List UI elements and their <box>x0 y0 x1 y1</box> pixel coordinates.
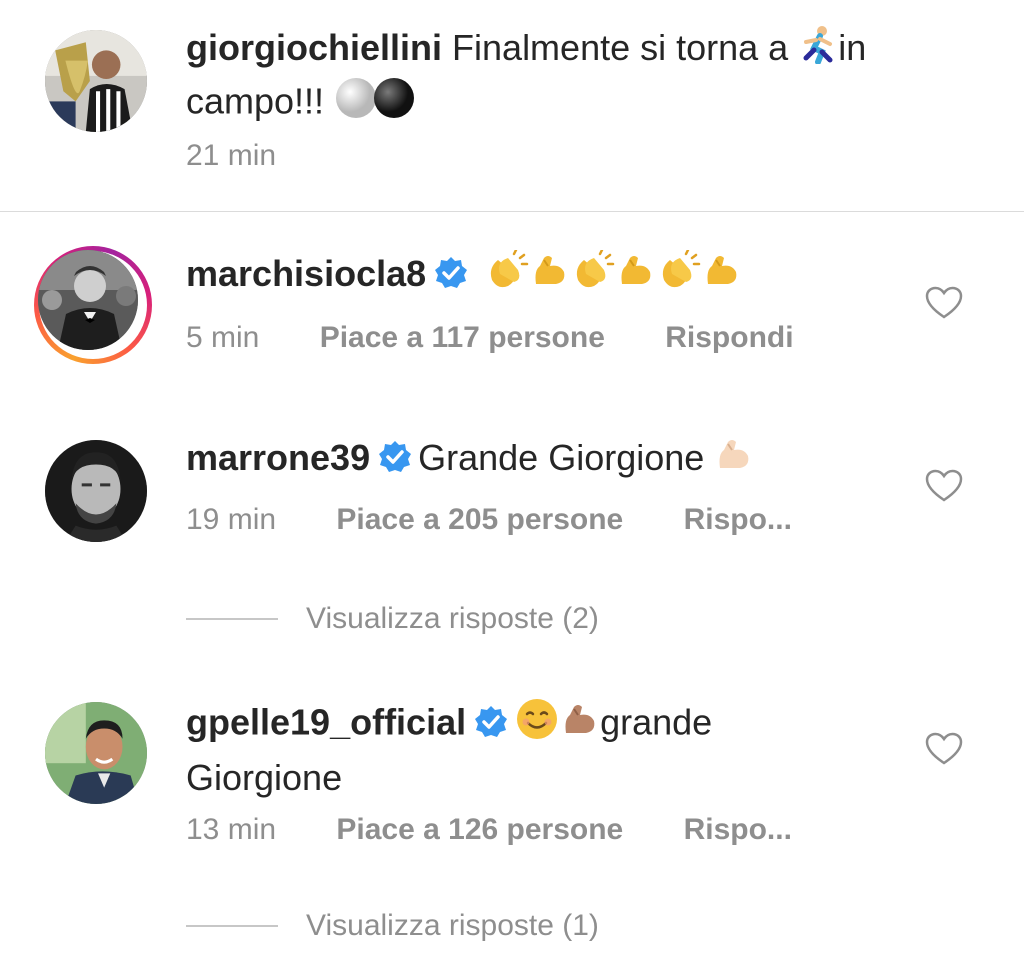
muscle-icon <box>560 699 600 751</box>
avatar-photo <box>45 30 147 132</box>
clap-icon <box>656 249 702 302</box>
avatar-marrone39[interactable] <box>45 440 147 542</box>
comment-3-text-1: grande <box>600 701 713 743</box>
comment-1-meta: 5 min Piace a 117 persone Rispondi <box>186 320 794 356</box>
comment-2-reply-button[interactable]: Rispo... <box>684 503 792 536</box>
comment-3-text-2: Giorgione <box>186 757 343 798</box>
view-replies-button[interactable]: Visualizza risposte (2) <box>306 602 599 636</box>
muscle-icon <box>702 250 742 302</box>
avatar-photo <box>45 440 147 542</box>
caption-line-2: campo!!! <box>186 80 325 122</box>
avatar-photo <box>45 702 147 804</box>
verified-badge-icon <box>434 254 468 288</box>
caption-line-1-end: in <box>838 27 867 68</box>
comment-2-likes[interactable]: Piace a 205 persone <box>336 503 623 536</box>
comment-1-time: 5 min <box>186 321 260 354</box>
like-heart-icon[interactable] <box>925 732 963 766</box>
clap-icon <box>484 249 530 302</box>
avatar-gpelle19_official[interactable] <box>45 702 147 804</box>
runner-icon <box>798 24 838 76</box>
comment-3-content: gpelle19_official grande Giorgione <box>186 696 826 802</box>
comment-3-username[interactable]: gpelle19_official <box>186 702 466 743</box>
view-replies-button[interactable]: Visualizza risposte (1) <box>306 909 599 943</box>
story-ring[interactable] <box>34 246 152 364</box>
avatar-giorgiochiellini[interactable] <box>45 30 147 132</box>
comment-2-username[interactable]: marrone39 <box>186 437 370 478</box>
replies-divider <box>186 925 278 927</box>
post-time: 21 min <box>186 139 277 172</box>
verified-badge-icon <box>378 438 412 472</box>
comment-3-meta: 13 min Piace a 126 persone Rispo... <box>186 812 792 848</box>
black-ball-icon <box>372 76 416 132</box>
verified-badge-icon <box>474 703 508 737</box>
comment-1-username[interactable]: marchisiocla8 <box>186 253 426 294</box>
comment-1-content: marchisiocla8 <box>186 249 742 302</box>
comment-1-emojis <box>474 249 742 294</box>
comment-1-reply-button[interactable]: Rispondi <box>665 321 793 354</box>
comment-2-meta: 19 min Piace a 205 persone Rispo... <box>186 502 792 538</box>
avatar-marchisiocla8[interactable] <box>38 250 138 350</box>
comment-3-reply-button[interactable]: Rispo... <box>684 813 792 846</box>
smiling-face-icon <box>514 696 560 754</box>
post-caption: giorgiochiellini Finalmente si torna a i… <box>186 24 946 76</box>
comment-1-likes[interactable]: Piace a 117 persone <box>320 321 605 354</box>
muscle-icon <box>530 250 570 302</box>
comment-3-likes[interactable]: Piace a 126 persone <box>336 813 623 846</box>
like-heart-icon[interactable] <box>925 286 963 320</box>
post-caption-line-2: campo!!! <box>186 76 416 132</box>
caption-line-1: Finalmente si torna a <box>452 27 789 68</box>
muscle-icon <box>616 250 656 302</box>
comment-2-content: marrone39 Grande Giorgione <box>186 434 754 486</box>
clap-icon <box>570 249 616 302</box>
divider <box>0 211 1024 212</box>
comment-2-time: 19 min <box>186 503 277 536</box>
replies-divider <box>186 618 278 620</box>
comment-2-text: Grande Giorgione <box>418 437 705 478</box>
post-username[interactable]: giorgiochiellini <box>186 27 442 68</box>
muscle-icon <box>714 434 754 486</box>
comment-3-time: 13 min <box>186 813 277 846</box>
like-heart-icon[interactable] <box>925 469 963 503</box>
avatar-photo <box>38 250 138 350</box>
